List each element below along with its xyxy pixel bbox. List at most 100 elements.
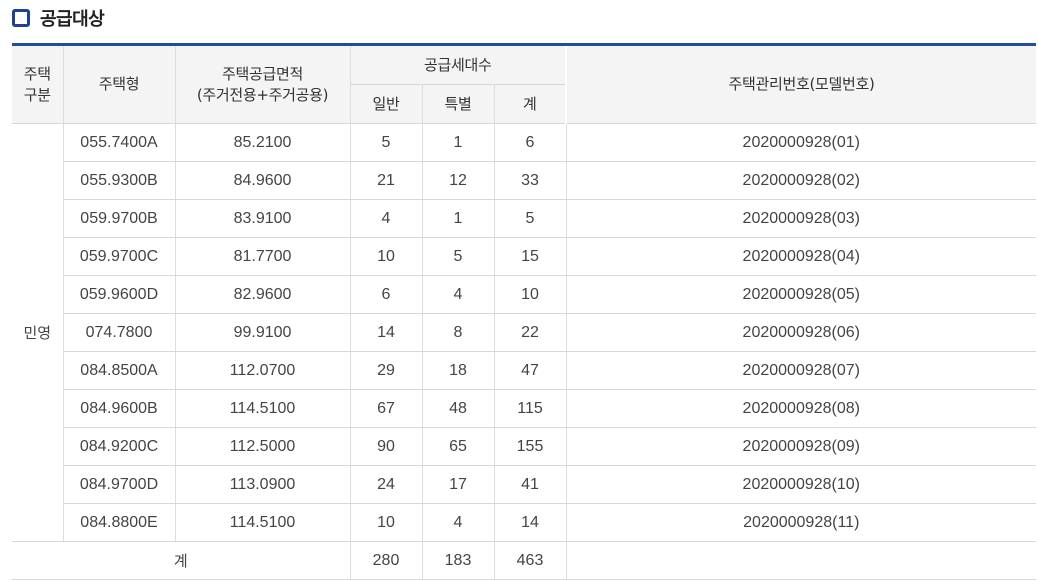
header-special: 특별 xyxy=(422,84,495,124)
total-cell: 15 xyxy=(494,237,567,276)
summary-special: 183 xyxy=(422,541,495,580)
special-cell: 1 xyxy=(422,123,495,162)
total-cell: 47 xyxy=(494,351,567,390)
total-cell: 33 xyxy=(494,161,567,200)
management-no-cell: 2020000928(08) xyxy=(566,389,1037,428)
general-cell: 5 xyxy=(350,123,423,162)
table-row: 074.7800 99.9100 14 8 22 2020000928(06) xyxy=(12,313,1037,352)
table-row: 084.8800E 114.5100 10 4 14 2020000928(11) xyxy=(12,503,1037,542)
section-title: 공급대상 xyxy=(40,9,105,30)
management-no-cell: 2020000928(05) xyxy=(566,275,1037,314)
general-cell: 90 xyxy=(350,427,423,466)
total-cell: 41 xyxy=(494,465,567,504)
type-cell: 059.9600D xyxy=(63,275,176,314)
supply-table-container: 주택 구분 주택형 주택공급면적 (주거전용+주거공용) 공급세대수 주택관리번… xyxy=(12,43,1037,580)
total-cell: 10 xyxy=(494,275,567,314)
type-cell: 084.9700D xyxy=(63,465,176,504)
table-row: 059.9700C 81.7700 10 5 15 2020000928(04) xyxy=(12,237,1037,276)
area-cell: 81.7700 xyxy=(175,237,351,276)
type-cell: 084.9600B xyxy=(63,389,176,428)
management-no-cell: 2020000928(04) xyxy=(566,237,1037,276)
table-row: 084.9200C 112.5000 90 65 155 2020000928(09) xyxy=(12,427,1037,466)
special-cell: 17 xyxy=(422,465,495,504)
table-row: 059.9700B 83.9100 4 1 5 2020000928(03) xyxy=(12,199,1037,238)
special-cell: 8 xyxy=(422,313,495,352)
total-cell: 155 xyxy=(494,427,567,466)
header-category: 주택 구분 xyxy=(12,43,64,124)
section-header: 공급대상 xyxy=(12,6,105,30)
type-cell: 084.9200C xyxy=(63,427,176,466)
summary-row: 계 280 183 463 xyxy=(12,541,1037,580)
header-management-no: 주택관리번호(모델번호) xyxy=(565,43,1037,124)
square-bullet-icon xyxy=(12,9,30,27)
type-cell: 084.8500A xyxy=(63,351,176,390)
general-cell: 14 xyxy=(350,313,423,352)
header-area-line2: (주거전용+주거공용) xyxy=(196,85,329,104)
total-cell: 6 xyxy=(494,123,567,162)
table-row: 059.9600D 82.9600 6 4 10 2020000928(05) xyxy=(12,275,1037,314)
header-general: 일반 xyxy=(350,84,423,124)
management-no-cell: 2020000928(11) xyxy=(566,503,1037,542)
total-cell: 115 xyxy=(494,389,567,428)
area-cell: 99.9100 xyxy=(175,313,351,352)
summary-total: 463 xyxy=(494,541,567,580)
table-row: 084.9600B 114.5100 67 48 115 2020000928(08) xyxy=(12,389,1037,428)
area-cell: 82.9600 xyxy=(175,275,351,314)
header-category-line1: 주택 xyxy=(23,64,51,83)
summary-management-no xyxy=(566,541,1037,580)
summary-general: 280 xyxy=(350,541,423,580)
area-cell: 112.0700 xyxy=(175,351,351,390)
type-cell: 074.7800 xyxy=(63,313,176,352)
general-cell: 29 xyxy=(350,351,423,390)
header-area: 주택공급면적 (주거전용+주거공용) xyxy=(175,43,351,124)
management-no-cell: 2020000928(01) xyxy=(566,123,1037,162)
general-cell: 24 xyxy=(350,465,423,504)
area-cell: 85.2100 xyxy=(175,123,351,162)
area-cell: 84.9600 xyxy=(175,161,351,200)
header-area-line1: 주택공급면적 xyxy=(221,64,303,83)
general-cell: 67 xyxy=(350,389,423,428)
special-cell: 1 xyxy=(422,199,495,238)
special-cell: 12 xyxy=(422,161,495,200)
area-cell: 114.5100 xyxy=(175,503,351,542)
type-cell: 059.9700B xyxy=(63,199,176,238)
management-no-cell: 2020000928(03) xyxy=(566,199,1037,238)
supply-table: 주택 구분 주택형 주택공급면적 (주거전용+주거공용) 공급세대수 주택관리번… xyxy=(12,43,1037,580)
general-cell: 4 xyxy=(350,199,423,238)
total-cell: 22 xyxy=(494,313,567,352)
general-cell: 21 xyxy=(350,161,423,200)
management-no-cell: 2020000928(10) xyxy=(566,465,1037,504)
summary-label: 계 xyxy=(12,541,351,580)
total-cell: 5 xyxy=(494,199,567,238)
area-cell: 113.0900 xyxy=(175,465,351,504)
total-cell: 14 xyxy=(494,503,567,542)
type-cell: 084.8800E xyxy=(63,503,176,542)
special-cell: 48 xyxy=(422,389,495,428)
table-row: 055.9300B 84.9600 21 12 33 2020000928(02) xyxy=(12,161,1037,200)
table-row: 084.9700D 113.0900 24 17 41 2020000928(10) xyxy=(12,465,1037,504)
special-cell: 4 xyxy=(422,503,495,542)
area-cell: 112.5000 xyxy=(175,427,351,466)
type-cell: 059.9700C xyxy=(63,237,176,276)
header-units: 공급세대수 xyxy=(350,43,567,85)
table-row: 084.8500A 112.0700 29 18 47 2020000928(07) xyxy=(12,351,1037,390)
header-category-line2: 구분 xyxy=(23,85,51,104)
general-cell: 10 xyxy=(350,237,423,276)
management-no-cell: 2020000928(02) xyxy=(566,161,1037,200)
special-cell: 65 xyxy=(422,427,495,466)
header-type: 주택형 xyxy=(63,43,176,124)
management-no-cell: 2020000928(06) xyxy=(566,313,1037,352)
special-cell: 18 xyxy=(422,351,495,390)
table-body: 민영 055.7400A 85.2100 5 1 6 2020000928(01) 055.9… xyxy=(12,123,1037,580)
table-row: 민영 055.7400A 85.2100 5 1 6 2020000928(01) xyxy=(12,123,1037,542)
type-cell: 055.9300B xyxy=(63,161,176,200)
general-cell: 6 xyxy=(350,275,423,314)
management-no-cell: 2020000928(07) xyxy=(566,351,1037,390)
header-total: 계 xyxy=(494,84,567,124)
special-cell: 5 xyxy=(422,237,495,276)
category-cell: 민영 xyxy=(12,123,64,542)
management-no-cell: 2020000928(09) xyxy=(566,427,1037,466)
area-cell: 114.5100 xyxy=(175,389,351,428)
general-cell: 10 xyxy=(350,503,423,542)
type-cell: 055.7400A xyxy=(63,123,176,162)
